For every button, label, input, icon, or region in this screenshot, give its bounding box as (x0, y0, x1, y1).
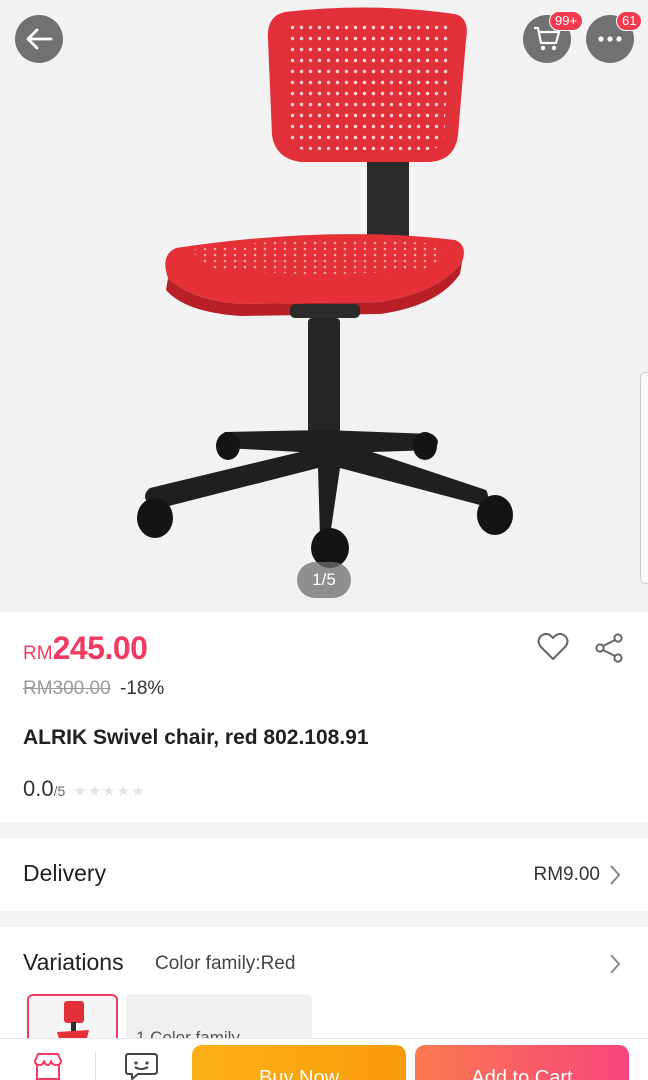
currency-label: RM (23, 643, 53, 664)
product-image (137, 7, 513, 568)
chevron-right-icon (610, 954, 621, 974)
product-title: ALRIK Swivel chair, red 802.108.91 (23, 726, 369, 749)
notification-count-badge: 61 (616, 11, 643, 31)
product-page: 99+ 61 1/5 RM245.00 RM300.00 -18% ALRIK … (0, 0, 648, 1080)
store-icon[interactable] (32, 1051, 64, 1080)
bar-divider (95, 1051, 96, 1080)
original-price: RM300.00 (23, 678, 111, 699)
wishlist-button[interactable] (537, 632, 569, 667)
rating-max: /5 (53, 783, 66, 799)
bottom-action-bar: Buy Now Add to Cart (0, 1038, 648, 1080)
share-icon (595, 633, 623, 663)
cart-count-badge: 99+ (549, 11, 584, 31)
delivery-fee: RM9.00 (533, 864, 600, 885)
more-dots-icon (598, 36, 622, 42)
heart-icon (537, 632, 569, 660)
original-price-row: RM300.00 -18% (23, 678, 164, 700)
delivery-row[interactable]: Delivery RM9.00 (0, 838, 648, 911)
rating-score: 0.0 (23, 776, 54, 801)
chat-icon[interactable] (124, 1051, 160, 1080)
delivery-label: Delivery (23, 860, 107, 886)
add-to-cart-button[interactable]: Add to Cart (415, 1045, 629, 1080)
product-image-gallery[interactable]: 99+ 61 1/5 (0, 0, 648, 612)
rating-stars: ★★★★★ (73, 783, 146, 800)
buy-now-button[interactable]: Buy Now (192, 1045, 406, 1080)
share-button[interactable] (593, 632, 625, 669)
more-options-button[interactable]: 61 (586, 11, 643, 63)
product-info-card: RM245.00 RM300.00 -18% ALRIK Swivel chai… (0, 612, 648, 822)
chevron-right-icon (610, 865, 621, 885)
variations-label: Variations (23, 949, 124, 975)
price-amount: 245.00 (52, 630, 148, 666)
current-price: RM245.00 (23, 630, 148, 667)
back-button[interactable] (15, 15, 63, 63)
arrow-left-icon (26, 28, 53, 50)
cart-button[interactable]: 99+ (523, 11, 584, 63)
rating-summary[interactable]: 0.0 /5 ★★★★★ (23, 776, 146, 802)
discount-percent: -18% (119, 678, 165, 699)
image-counter: 1/5 (297, 562, 351, 598)
side-panel-handle[interactable] (640, 372, 648, 584)
selected-variation: Color family:Red (155, 953, 296, 974)
